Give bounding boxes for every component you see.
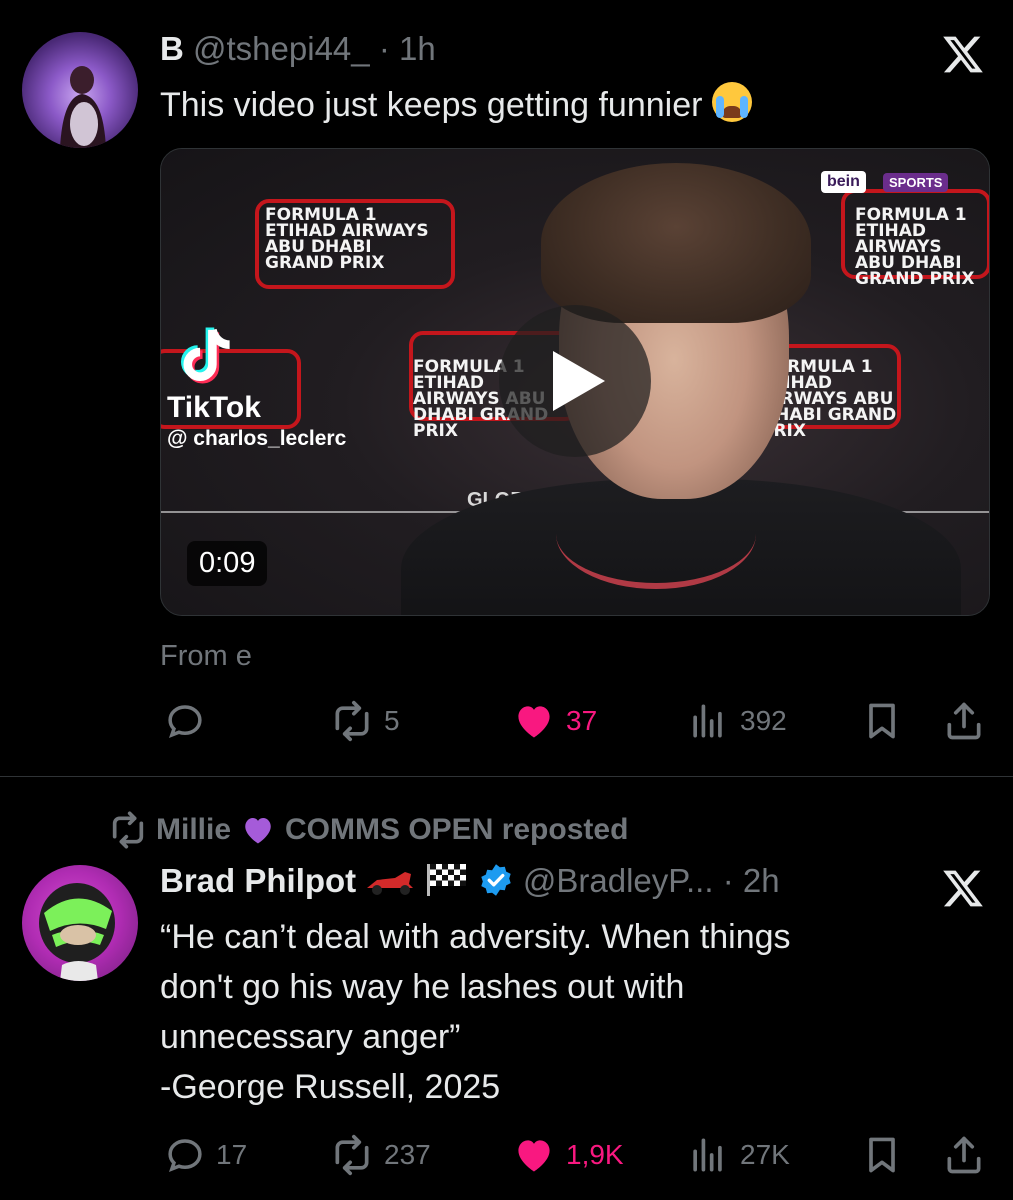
race-car-icon <box>367 872 414 895</box>
broadcaster-sub: SPORTS <box>883 173 949 192</box>
views-icon <box>693 704 722 738</box>
board-text: FORMULA 1 ETIHAD AIRWAYS ABU DHABI GRAND… <box>265 205 429 273</box>
share-icon <box>947 702 981 740</box>
purple-heart-icon <box>245 818 271 844</box>
avatar-helmet-icon <box>39 883 115 981</box>
reposter-name[interactable]: Millie <box>156 813 231 847</box>
tiktok-watermark: TikTok <box>167 391 261 424</box>
views-button[interactable]: 392 <box>686 696 787 746</box>
like-button[interactable]: 1,9K <box>512 1130 624 1180</box>
board-text: FORMULA 1 ETIHAD AIRWAYS ABU DHABI GRAND… <box>855 205 975 289</box>
media-source-label[interactable]: From e <box>160 640 252 673</box>
author-handle[interactable]: @tshepi44_ <box>193 30 370 67</box>
avatar-figure-icon <box>60 66 106 148</box>
play-button[interactable] <box>499 305 651 457</box>
reply-icon <box>168 705 202 739</box>
tweet-time[interactable]: · 2h <box>723 862 780 899</box>
tiktok-logo-icon <box>181 327 230 384</box>
person-hair <box>541 163 811 323</box>
views-icon <box>693 1138 722 1172</box>
tweet-header: B @tshepi44_ · 1h <box>160 30 436 68</box>
like-count: 1,9K <box>566 1139 624 1170</box>
bookmark-icon <box>869 1137 895 1173</box>
repost-suffix: COMMS OPEN reposted <box>285 813 629 846</box>
x-logo-icon[interactable] <box>941 32 985 76</box>
tweet-header: Brad Philpot @BradleyP... · 2h <box>160 862 780 900</box>
reply-button[interactable] <box>164 696 216 746</box>
repost-icon <box>112 811 144 849</box>
reply-icon <box>168 1139 202 1173</box>
tweet-text-line: “He can’t deal with adversity. When thin… <box>160 918 791 956</box>
heart-icon <box>518 706 550 738</box>
author-name[interactable]: B <box>160 30 184 67</box>
x-logo-icon[interactable] <box>941 866 985 910</box>
verified-icon[interactable] <box>478 862 514 898</box>
tweet-1[interactable]: B @tshepi44_ · 1h This video just keeps … <box>0 0 1013 776</box>
like-button[interactable]: 37 <box>512 696 597 746</box>
play-icon <box>553 351 605 411</box>
share-button[interactable] <box>942 696 986 746</box>
tweet-actions: 17 237 1,9K 27K <box>160 1130 990 1180</box>
repost-button[interactable]: 5 <box>330 696 400 746</box>
broadcaster-logo: bein <box>821 171 866 193</box>
bookmark-button[interactable] <box>860 696 904 746</box>
tweet-text: This video just keeps getting funnier <box>160 80 980 130</box>
views-count: 392 <box>740 705 787 736</box>
share-button[interactable] <box>942 1130 986 1180</box>
author-name[interactable]: Brad Philpot <box>160 862 356 899</box>
crying-face-icon <box>712 82 753 122</box>
video-duration: 0:09 <box>187 541 268 586</box>
checkered-flag-icon <box>426 864 466 896</box>
repost-count: 237 <box>384 1139 431 1170</box>
avatar[interactable] <box>22 865 138 981</box>
views-count: 27K <box>740 1139 790 1170</box>
repost-context[interactable]: Millie COMMS OPEN reposted <box>108 810 628 850</box>
avatar[interactable] <box>22 32 138 148</box>
tweet-actions: 5 37 392 <box>160 696 990 746</box>
reply-count: 17 <box>216 1139 248 1170</box>
heart-icon <box>518 1140 550 1172</box>
video-player[interactable]: FORMULA 1 ETIHAD AIRWAYS ABU DHABI GRAND… <box>160 148 990 616</box>
tweet-text-line: don't go his way he lashes out with <box>160 968 685 1006</box>
tiktok-username: @ charlos_leclerc <box>167 427 347 450</box>
repost-icon <box>335 1134 369 1176</box>
bookmark-button[interactable] <box>860 1130 904 1180</box>
tweet-divider <box>0 776 1013 777</box>
reply-button[interactable]: 17 <box>164 1130 247 1180</box>
tweet-text-line: unnecessary anger” <box>160 1018 461 1056</box>
tweet-text: “He can’t deal with adversity. When thin… <box>160 912 980 1112</box>
views-button[interactable]: 27K <box>686 1130 790 1180</box>
repost-icon <box>335 700 369 742</box>
tweet-text-line: -George Russell, 2025 <box>160 1068 501 1106</box>
repost-count: 5 <box>384 705 400 736</box>
tweet-text-content: This video just keeps getting funnier <box>160 86 703 124</box>
bookmark-icon <box>869 703 895 739</box>
like-count: 37 <box>566 705 598 736</box>
author-handle[interactable]: @BradleyP... <box>523 862 714 899</box>
repost-button[interactable]: 237 <box>330 1130 431 1180</box>
tweet-time[interactable]: · 1h <box>379 30 436 67</box>
share-icon <box>947 1136 981 1174</box>
